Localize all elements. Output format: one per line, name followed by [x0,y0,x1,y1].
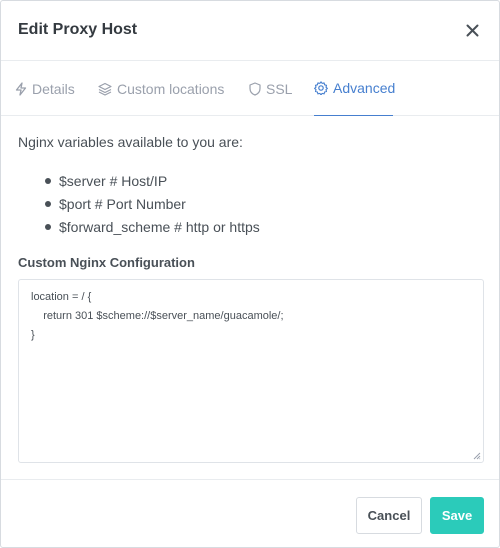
cancel-button[interactable]: Cancel [356,497,422,534]
gear-icon [314,81,328,95]
tab-ssl-label: SSL [266,80,293,97]
edit-proxy-host-modal: Edit Proxy Host Details Custom locations [0,0,500,548]
list-item: $forward_scheme # http or https [18,218,260,241]
close-icon [466,24,478,36]
tab-bar: Details Custom locations SSL Advanced [1,61,499,116]
variables-intro: Nginx variables available to you are: [18,134,243,150]
tab-details[interactable]: Details [15,61,79,116]
custom-nginx-config-label: Custom Nginx Configuration [18,255,195,270]
tab-custom-locations[interactable]: Custom locations [98,61,230,116]
save-button[interactable]: Save [430,497,484,534]
close-button[interactable] [461,19,483,41]
list-item: $port # Port Number [18,195,260,218]
variables-list: $server # Host/IP $port # Port Number $f… [18,172,260,241]
tab-ssl[interactable]: SSL [249,61,294,116]
layers-icon [98,82,112,96]
modal-footer: Cancel Save [1,479,499,547]
modal-header: Edit Proxy Host [1,1,499,61]
tab-advanced-label: Advanced [333,80,396,96]
tab-custom-locations-label: Custom locations [117,80,225,97]
tab-details-label: Details [32,80,75,97]
custom-nginx-config-textarea[interactable] [18,279,484,463]
bolt-icon [15,81,27,96]
tab-advanced[interactable]: Advanced [314,61,396,116]
resize-grip-icon[interactable] [473,452,481,460]
modal-title: Edit Proxy Host [18,21,138,38]
list-item: $server # Host/IP [18,172,260,195]
shield-icon [249,81,261,96]
